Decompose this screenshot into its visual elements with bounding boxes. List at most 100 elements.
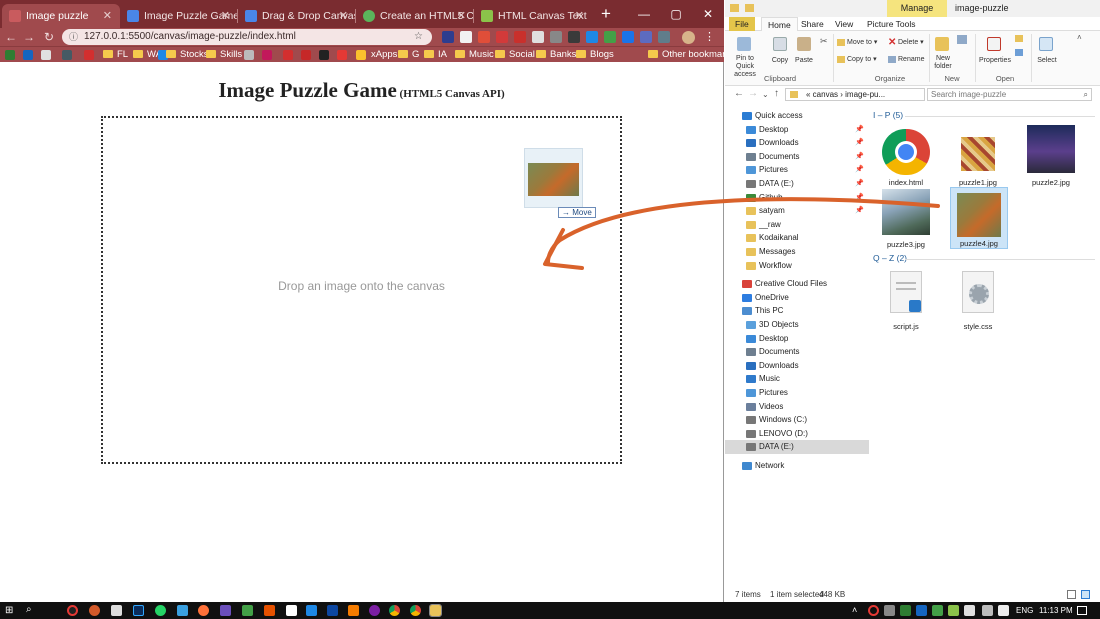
nav-item[interactable]: Music [725, 372, 869, 386]
shield-icon[interactable] [622, 31, 634, 43]
firefox-icon[interactable] [198, 605, 209, 616]
bookmark-folder[interactable]: Stocks [166, 47, 209, 63]
minimize-button[interactable]: — [628, 0, 660, 28]
new-tab-button[interactable]: + [596, 4, 616, 24]
app-icon[interactable] [89, 605, 100, 616]
extension-icon[interactable] [604, 31, 616, 43]
bookmark-folder[interactable]: Social [495, 47, 535, 63]
nav-item[interactable]: OneDrive [725, 291, 869, 305]
file-item[interactable]: puzzle1.jpg [950, 125, 1008, 187]
file-explorer-icon[interactable] [429, 604, 442, 617]
ribbon-tab-picture-tools[interactable]: Picture Tools [861, 17, 922, 31]
tray-icon[interactable] [884, 605, 895, 616]
network-icon[interactable] [964, 605, 975, 616]
app-icon[interactable] [242, 605, 253, 616]
nav-item[interactable]: Desktop [725, 332, 869, 346]
tray-icon[interactable] [948, 605, 959, 616]
close-tab-icon[interactable]: ✕ [221, 4, 230, 28]
bookmark-folder[interactable]: FL [103, 47, 128, 63]
nav-item[interactable]: LENOVO (D:) [725, 427, 869, 441]
extension-icon[interactable] [640, 31, 652, 43]
address-bar[interactable]: « canvas › image-pu... [785, 88, 925, 101]
avatar[interactable] [682, 31, 695, 44]
nav-item[interactable]: Network [725, 459, 869, 473]
bookmark-icon[interactable] [337, 50, 347, 60]
ribbon-tab-share[interactable]: Share [795, 17, 830, 31]
chrome-icon[interactable] [389, 605, 400, 616]
tray-icon[interactable] [868, 605, 879, 616]
bookmark-icon[interactable] [23, 50, 33, 60]
nav-item[interactable]: Kodaikanal [725, 231, 869, 245]
apps-icon[interactable] [244, 50, 254, 60]
tray-icon[interactable] [932, 605, 943, 616]
quick-access-icon[interactable] [745, 4, 754, 12]
app-icon[interactable] [348, 605, 359, 616]
star-icon[interactable]: ☆ [414, 29, 423, 45]
tray-icon[interactable] [916, 605, 927, 616]
cut-icon[interactable]: ✂ [820, 36, 828, 47]
file-item[interactable]: style.css [950, 269, 1008, 331]
extension-icon[interactable] [478, 31, 490, 43]
nav-item[interactable]: Creative Cloud Files [725, 277, 869, 291]
adblock-icon[interactable] [514, 31, 526, 43]
bookmark-folder[interactable]: IA [424, 47, 447, 63]
tab-drag-drop[interactable]: Drag & Drop Canvas Puzz ✕ [238, 4, 356, 28]
nav-item[interactable]: Documents 📌 [725, 150, 869, 164]
ribbon-tab-view[interactable]: View [829, 17, 859, 31]
extension-icon[interactable] [532, 31, 544, 43]
youtube-icon[interactable] [84, 50, 94, 60]
app-icon[interactable] [286, 605, 297, 616]
gmail-icon[interactable] [283, 50, 293, 60]
extension-icon[interactable] [550, 31, 562, 43]
notifications-icon[interactable] [1077, 606, 1087, 615]
close-tab-icon[interactable]: ✕ [457, 4, 466, 28]
properties-button[interactable]: Properties [978, 57, 1012, 65]
bookmark-folder[interactable]: xApps [357, 47, 397, 63]
rename-button[interactable]: Rename [898, 56, 924, 64]
maximize-button[interactable]: ▢ [660, 0, 692, 28]
nav-item[interactable]: This PC [725, 304, 869, 318]
move-to-button[interactable]: Move to ▾ [847, 39, 877, 47]
file-item[interactable]: puzzle3.jpg [878, 187, 936, 249]
windows-start-icon[interactable]: ⊞ [5, 605, 13, 616]
search-input[interactable]: Search image-puzzle ⌕ [927, 88, 1092, 101]
forward-icon[interactable]: → [748, 88, 758, 99]
extension-icon[interactable] [460, 31, 472, 43]
copy-button[interactable]: Copy [769, 57, 791, 65]
file-item[interactable]: index.html [878, 125, 936, 187]
tab-canvas-text[interactable]: HTML Canvas Text ✕ [474, 4, 592, 28]
back-icon[interactable]: ← [2, 28, 20, 46]
nav-item[interactable]: Pictures 📌 [725, 163, 869, 177]
open-icon[interactable] [1015, 35, 1023, 42]
nav-item[interactable]: 3D Objects [725, 318, 869, 332]
app-icon[interactable] [369, 605, 380, 616]
nav-item[interactable]: Downloads 📌 [725, 136, 869, 150]
volume-icon[interactable] [998, 605, 1009, 616]
details-view-icon[interactable] [1067, 590, 1076, 599]
search-icon[interactable]: ⌕ [26, 604, 32, 615]
record-icon[interactable] [67, 605, 78, 616]
close-tab-icon[interactable]: ✕ [575, 4, 584, 28]
info-icon[interactable]: ⓘ [69, 29, 78, 45]
nav-item[interactable]: Github 📌 [725, 191, 869, 205]
app-icon[interactable] [177, 605, 188, 616]
bookmark-icon[interactable] [5, 50, 15, 60]
app-icon[interactable] [220, 605, 231, 616]
new-item-icon[interactable] [957, 35, 967, 44]
tab-html5-canvas[interactable]: Create an HTML5 Canvas ✕ [356, 4, 474, 28]
ribbon-tab-file[interactable]: File [729, 17, 755, 31]
nav-item[interactable]: Pictures [725, 386, 869, 400]
nav-item[interactable]: Messages [725, 245, 869, 259]
bookmark-folder[interactable]: Blogs [576, 47, 614, 63]
bookmark-icon[interactable] [301, 50, 311, 60]
app-icon[interactable] [264, 605, 275, 616]
copy-to-button[interactable]: Copy to ▾ [847, 56, 877, 64]
bookmark-icon[interactable] [62, 50, 72, 60]
delete-button[interactable]: Delete ▾ [898, 39, 924, 47]
extension-icon[interactable] [586, 31, 598, 43]
up-icon[interactable]: ↑ [774, 88, 779, 99]
nav-item[interactable]: Workflow [725, 259, 869, 273]
chrome-icon[interactable] [410, 605, 421, 616]
manage-tab[interactable]: Manage [887, 0, 947, 17]
file-item[interactable]: script.js [878, 269, 936, 331]
